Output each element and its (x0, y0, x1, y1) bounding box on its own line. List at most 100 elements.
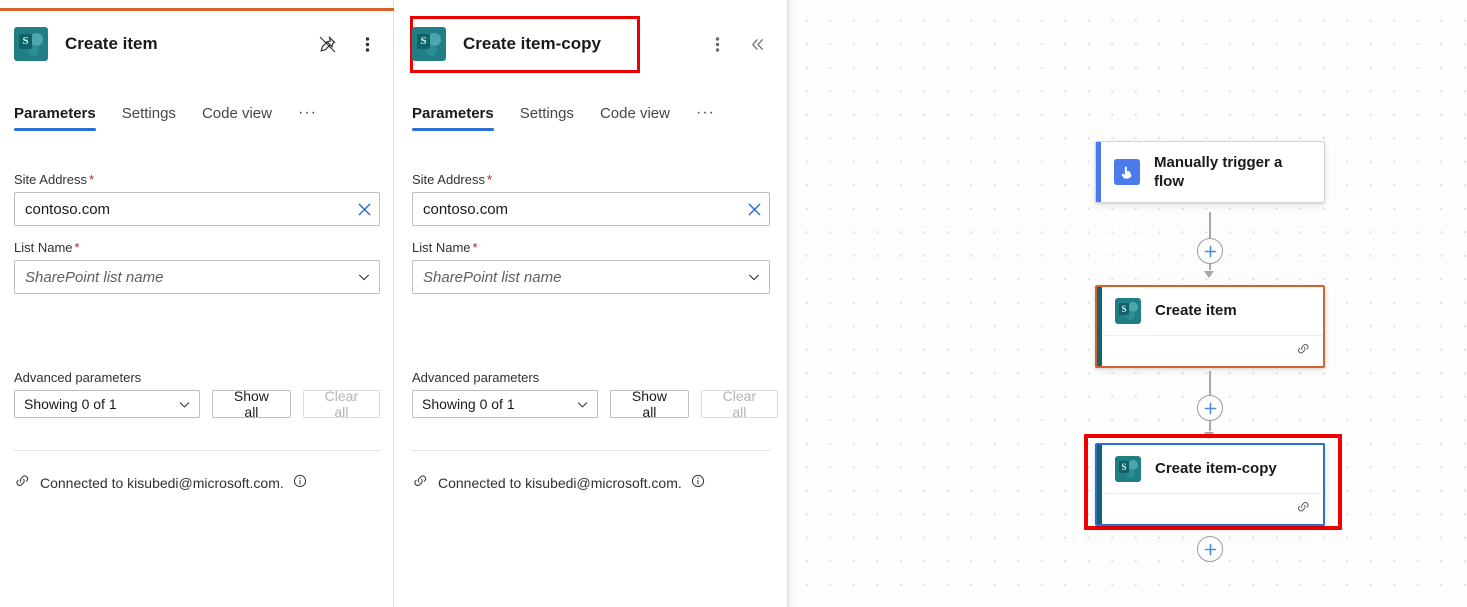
parameters-form: Site Address* List Name* SharePoint list… (412, 172, 770, 308)
flow-node-manual-trigger[interactable]: Manually trigger a flow (1095, 141, 1325, 204)
node-label: Create item (1155, 302, 1237, 320)
node-header: Manually trigger a flow (1096, 142, 1324, 202)
sharepoint-icon: S (1115, 298, 1141, 324)
panel-title: Create item (65, 34, 158, 53)
required-asterisk: * (74, 240, 80, 255)
clear-x-icon[interactable] (349, 193, 379, 225)
tab-overflow-icon[interactable]: ··· (696, 104, 715, 131)
required-asterisk: * (89, 172, 95, 187)
list-name-label: List Name * (412, 240, 478, 255)
sharepoint-icon-letter: S (19, 34, 32, 49)
clear-all-button: Clear all (700, 388, 779, 420)
tab-parameters[interactable]: Parameters (412, 105, 494, 131)
list-name-select-wrap[interactable]: SharePoint list name (412, 260, 770, 294)
node-label: Create item-copy (1155, 460, 1277, 478)
panel-divider (412, 450, 770, 451)
tab-settings[interactable]: Settings (520, 105, 574, 131)
info-icon[interactable] (691, 474, 705, 493)
node-header: S Create item (1097, 287, 1323, 335)
add-step-button-2[interactable] (1197, 395, 1223, 421)
tab-code-view[interactable]: Code view (202, 105, 272, 131)
site-address-input[interactable] (413, 200, 739, 218)
tab-code-view[interactable]: Code view (600, 105, 670, 131)
tab-overflow-icon[interactable]: ··· (298, 104, 317, 131)
sharepoint-icon: S (412, 27, 446, 61)
flow-node-create-item[interactable]: S Create item (1095, 285, 1325, 368)
node-accent-bar (1097, 445, 1102, 524)
sharepoint-icon-letter: S (1119, 303, 1129, 315)
panel-divider (14, 450, 380, 451)
sharepoint-icon: S (14, 27, 48, 61)
manual-trigger-icon (1114, 159, 1140, 186)
connection-text: Connected to kisubedi@microsoft.com. (438, 475, 682, 491)
action-details-panel-create-item: S Create item Parameters Settings Code v… (0, 0, 394, 607)
field-list-name: List Name * SharePoint list name (14, 240, 380, 294)
field-site-address: Site Address * (14, 172, 380, 226)
sharepoint-icon-letter: S (417, 34, 430, 49)
panel-header: S Create item (14, 22, 380, 66)
node-accent-bar (1096, 142, 1101, 203)
list-name-placeholder: SharePoint list name (25, 268, 164, 286)
list-name-placeholder: SharePoint list name (423, 268, 562, 286)
parameters-form: Site Address* List Name* SharePoint list… (14, 172, 380, 308)
node-footer (1097, 493, 1323, 524)
show-all-button[interactable]: Show all (212, 388, 291, 420)
flow-node-create-item-copy[interactable]: S Create item-copy (1095, 443, 1325, 526)
connection-status: Connected to kisubedi@microsoft.com. (412, 473, 705, 493)
node-header: S Create item-copy (1097, 445, 1323, 493)
panel-header-actions (704, 31, 770, 57)
panel-header-actions (314, 31, 380, 57)
clear-x-icon[interactable] (739, 193, 769, 225)
connector-arrow-2 (1204, 432, 1214, 439)
connector-arrow-1 (1204, 271, 1214, 278)
advanced-parameters-section: Advanced parameters Showing 0 of 1 Show … (412, 370, 779, 420)
info-icon[interactable] (293, 474, 307, 493)
more-vertical-icon[interactable] (704, 31, 730, 57)
advanced-parameters-select[interactable]: Showing 0 of 1 (14, 388, 201, 420)
advanced-parameters-section: Advanced parameters Showing 0 of 1 Show … (14, 370, 381, 420)
panel-tabs: Parameters Settings Code view ··· (412, 104, 715, 131)
collapse-left-icon[interactable] (744, 31, 770, 57)
show-all-button[interactable]: Show all (610, 388, 689, 420)
advanced-parameters-row: Showing 0 of 1 Show all Clear all (14, 388, 381, 420)
chevron-down-icon[interactable] (349, 261, 379, 293)
panel-header: S Create item-copy (412, 22, 770, 66)
list-name-label: List Name * (14, 240, 80, 255)
panel-tabs: Parameters Settings Code view ··· (14, 104, 317, 131)
advanced-parameters-row: Showing 0 of 1 Show all Clear all (412, 388, 779, 420)
site-address-input-wrap[interactable] (14, 192, 380, 226)
site-address-input[interactable] (15, 200, 349, 218)
site-address-input-wrap[interactable] (412, 192, 770, 226)
node-label: Manually trigger a flow (1154, 154, 1283, 191)
add-step-button-1[interactable] (1197, 238, 1223, 264)
list-name-select-wrap[interactable]: SharePoint list name (14, 260, 380, 294)
unpin-icon[interactable] (314, 31, 340, 57)
advanced-parameters-select-value: Showing 0 of 1 (422, 396, 515, 412)
panel-accent-bar (0, 8, 394, 11)
advanced-parameters-label: Advanced parameters (412, 370, 540, 385)
connection-status: Connected to kisubedi@microsoft.com. (14, 473, 307, 493)
flow-canvas[interactable]: Manually trigger a flow S Create item S … (788, 0, 1467, 607)
link-icon (412, 473, 429, 493)
link-icon (14, 473, 31, 493)
more-vertical-icon[interactable] (354, 31, 380, 57)
site-address-label: Site Address * (412, 172, 493, 187)
panel-title: Create item-copy (463, 34, 601, 53)
required-asterisk: * (472, 240, 478, 255)
clear-all-button: Clear all (302, 388, 381, 420)
link-icon[interactable] (1296, 342, 1311, 360)
sharepoint-icon-letter: S (1119, 461, 1129, 473)
field-list-name: List Name * SharePoint list name (412, 240, 770, 294)
node-footer (1097, 335, 1323, 366)
site-address-label: Site Address * (14, 172, 95, 187)
tab-parameters[interactable]: Parameters (14, 105, 96, 131)
add-step-button-3[interactable] (1197, 536, 1223, 562)
link-icon[interactable] (1296, 500, 1311, 518)
advanced-parameters-label: Advanced parameters (14, 370, 142, 385)
chevron-down-icon[interactable] (567, 388, 597, 420)
node-accent-bar (1097, 287, 1102, 366)
chevron-down-icon[interactable] (739, 261, 769, 293)
chevron-down-icon[interactable] (169, 388, 199, 420)
advanced-parameters-select[interactable]: Showing 0 of 1 (412, 388, 599, 420)
tab-settings[interactable]: Settings (122, 105, 176, 131)
